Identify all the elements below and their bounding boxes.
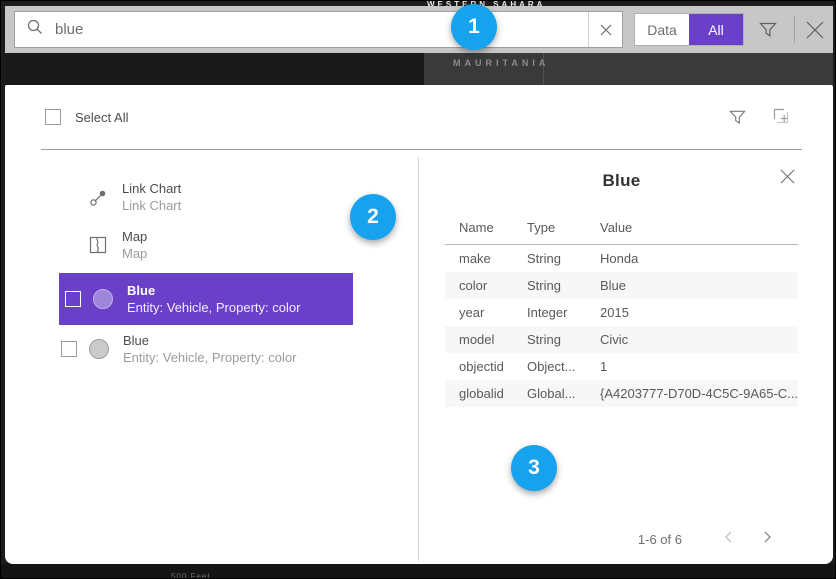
result-text: Blue Entity: Vehicle, Property: color xyxy=(127,283,300,315)
prop-name: year xyxy=(445,299,513,326)
entity-circle-icon xyxy=(91,289,115,309)
table-row[interactable]: colorStringBlue xyxy=(445,272,798,299)
table-row[interactable]: objectidObject...1 xyxy=(445,353,798,380)
results-filter-funnel-icon[interactable] xyxy=(728,85,747,149)
result-title: Blue xyxy=(123,333,296,348)
entity-circle-icon xyxy=(87,339,111,359)
pagination-label: 1-6 of 6 xyxy=(638,532,682,547)
column-header-type: Type xyxy=(513,212,586,245)
prop-name: objectid xyxy=(445,353,513,380)
search-clear-button[interactable] xyxy=(588,12,622,47)
prop-name: color xyxy=(445,272,513,299)
list-item[interactable]: Blue Entity: Vehicle, Property: color xyxy=(5,329,418,369)
search-toolbar: Data All xyxy=(5,6,833,53)
add-to-selection-icon[interactable] xyxy=(771,85,793,149)
search-icon xyxy=(27,19,43,40)
search-results-panel: Select All Link Chart Link Chart Map Map Blu… xyxy=(5,85,833,564)
prop-type: Global... xyxy=(513,380,586,407)
annotation-badge-2: 2 xyxy=(350,194,396,240)
scope-option-data[interactable]: Data xyxy=(635,14,689,45)
list-item[interactable]: Blue Entity: Vehicle, Property: color xyxy=(59,273,353,325)
prop-value: 1 xyxy=(586,353,798,380)
results-body: Link Chart Link Chart Map Map Blue Entity: Ve… xyxy=(5,150,833,564)
map-landmass-shape xyxy=(5,53,424,85)
result-title: Map xyxy=(122,229,147,244)
prop-value: 2015 xyxy=(586,299,798,326)
close-search-icon[interactable] xyxy=(801,6,829,53)
map-background: MAURITANIA xyxy=(5,53,833,85)
prop-value: Civic xyxy=(586,326,798,353)
table-row[interactable]: globalidGlobal...{A4203777-D70D-4C5C-9A6… xyxy=(445,380,798,407)
search-input[interactable] xyxy=(43,12,588,47)
search-scope-toggle: Data All xyxy=(634,13,744,46)
app-window: WESTERN SAHARA MAURITANIA 500 Feet Data … xyxy=(0,0,836,579)
column-header-value: Value xyxy=(586,212,798,245)
prop-type: String xyxy=(513,245,586,273)
prop-value: {A4203777-D70D-4C5C-9A65-C... xyxy=(586,380,798,407)
chevron-left-icon[interactable] xyxy=(710,530,748,548)
link-chart-icon xyxy=(86,188,110,207)
prop-value: Honda xyxy=(586,245,798,273)
details-panel: Blue Name Type Value makeStringHondacolo… xyxy=(419,150,833,564)
map-background-bottom: 500 Feet xyxy=(1,564,836,579)
toolbar-divider xyxy=(794,16,795,43)
table-row[interactable]: modelStringCivic xyxy=(445,326,798,353)
select-all-checkbox[interactable] xyxy=(45,109,61,125)
details-header: Blue xyxy=(445,150,798,212)
prop-name: globalid xyxy=(445,380,513,407)
table-row[interactable]: makeStringHonda xyxy=(445,245,798,273)
map-icon xyxy=(86,236,110,254)
prop-type: String xyxy=(513,326,586,353)
column-header-name: Name xyxy=(445,212,513,245)
table-header-row: Name Type Value xyxy=(445,212,798,245)
scope-option-all[interactable]: All xyxy=(689,14,743,45)
map-scale-label: 500 Feet xyxy=(171,572,211,579)
pagination: 1-6 of 6 xyxy=(445,530,798,548)
annotation-badge-1: 1 xyxy=(451,4,497,50)
properties-table: Name Type Value makeStringHondacolorStri… xyxy=(445,212,798,407)
result-title: Blue xyxy=(127,283,300,298)
table-row[interactable]: yearInteger2015 xyxy=(445,299,798,326)
search-box[interactable] xyxy=(14,11,623,48)
result-title: Link Chart xyxy=(122,181,181,196)
select-all-label: Select All xyxy=(75,110,128,125)
result-subtitle: Entity: Vehicle, Property: color xyxy=(127,300,300,315)
annotation-badge-3: 3 xyxy=(511,445,557,491)
result-subtitle: Map xyxy=(122,246,147,261)
result-subtitle: Link Chart xyxy=(122,198,181,213)
result-text: Map Map xyxy=(122,229,147,261)
map-country-label: MAURITANIA xyxy=(453,58,549,68)
prop-value: Blue xyxy=(586,272,798,299)
result-text: Blue Entity: Vehicle, Property: color xyxy=(123,333,296,365)
prop-type: Object... xyxy=(513,353,586,380)
details-title: Blue xyxy=(602,171,640,191)
prop-name: make xyxy=(445,245,513,273)
prop-type: String xyxy=(513,272,586,299)
result-subtitle: Entity: Vehicle, Property: color xyxy=(123,350,296,365)
prop-name: model xyxy=(445,326,513,353)
result-text: Link Chart Link Chart xyxy=(122,181,181,213)
result-checkbox[interactable] xyxy=(61,341,77,357)
chevron-right-icon[interactable] xyxy=(748,530,786,548)
details-spacer xyxy=(445,407,798,530)
result-checkbox[interactable] xyxy=(65,291,81,307)
results-header: Select All xyxy=(5,85,833,149)
details-close-icon[interactable] xyxy=(779,168,796,190)
filter-funnel-icon[interactable] xyxy=(754,6,782,53)
prop-type: Integer xyxy=(513,299,586,326)
